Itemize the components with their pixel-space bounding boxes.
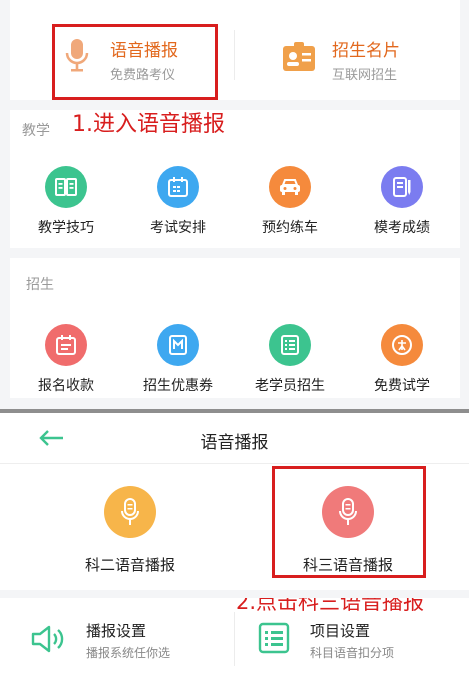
broadcast-settings-title: 播报设置 [86,622,147,640]
broadcast-settings-entry[interactable]: 播报设置 播报系统任你选 [20,612,230,672]
enroll-item-label: 老学员招生 [255,378,325,394]
enroll-card-subtitle: 互联网招生 [332,68,398,83]
page-title: 语音播报 [200,433,269,453]
highlight-box-subject-three [272,466,426,578]
enroll-item-label: 报名收款 [38,378,94,394]
broadcast-settings-subtitle: 播报系统任你选 [86,646,171,660]
calendar-icon [157,166,199,208]
free-badge-icon [381,324,423,366]
enroll-card-entry[interactable]: 招生名片 互联网招生 [278,28,438,92]
teaching-item-exam-schedule[interactable]: 考试安排 [132,166,224,237]
list-icon [269,324,311,366]
enroll-item-free-trial[interactable]: 免费试学 [356,324,448,395]
settings-row-divider [0,590,469,598]
teaching-item-mock-scores[interactable]: 模考成绩 [356,166,448,237]
teaching-item-label: 教学技巧 [38,220,94,236]
teaching-item-label: 预约练车 [262,220,318,236]
settings-vertical-divider [234,612,235,666]
subject-two-voice-option[interactable]: 科二语音播报 [60,478,200,578]
enroll-item-coupon[interactable]: 招生优惠券 [132,324,224,395]
enroll-card-title: 招生名片 [332,41,400,61]
list-settings-icon [258,622,290,658]
highlight-box-voice-broadcast [52,24,218,100]
microphone-icon [104,486,156,538]
book-icon [45,166,87,208]
enroll-item-payment[interactable]: 报名收款 [20,324,112,395]
enroll-item-label: 招生优惠券 [143,378,213,394]
enroll-item-alumni[interactable]: 老学员招生 [244,324,336,395]
subject-two-voice-label: 科二语音播报 [84,556,175,574]
id-card-icon [282,42,316,76]
teaching-item-book-practice[interactable]: 预约练车 [244,166,336,237]
item-settings-subtitle: 科目语音扣分项 [310,646,395,660]
speaker-icon [30,624,66,658]
navbar: 语音播报 [0,413,469,464]
car-icon [269,166,311,208]
enroll-item-label: 免费试学 [374,378,430,394]
teaching-item-label: 考试安排 [150,220,206,236]
teaching-section-label: 教学 [22,123,50,139]
coupon-icon [157,324,199,366]
teaching-item-tips[interactable]: 教学技巧 [20,166,112,237]
divider-vertical [234,30,235,80]
form-icon [45,324,87,366]
item-settings-entry[interactable]: 项目设置 科目语音扣分项 [250,612,460,672]
annotation-step-1: 1.进入语音播报 [72,112,225,137]
item-settings-title: 项目设置 [310,622,371,640]
enroll-section-label: 招生 [26,277,54,293]
document-pen-icon [381,166,423,208]
teaching-item-label: 模考成绩 [374,220,430,236]
